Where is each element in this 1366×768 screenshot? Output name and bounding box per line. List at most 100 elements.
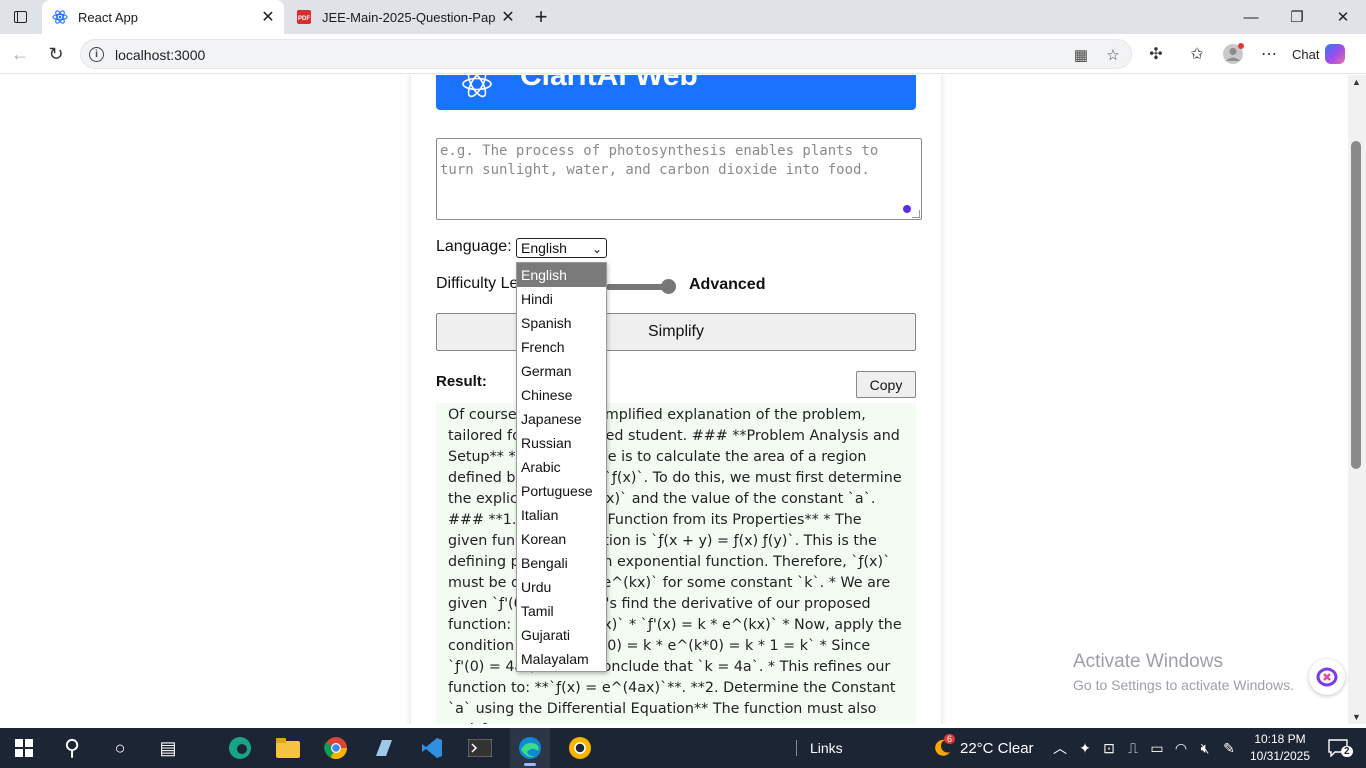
copy-button[interactable]: Copy xyxy=(856,371,916,398)
simplify-button[interactable]: Simplify xyxy=(436,313,916,351)
language-option-arabic[interactable]: Arabic xyxy=(517,455,606,479)
language-option-bengali[interactable]: Bengali xyxy=(517,551,606,575)
language-option-japanese[interactable]: Japanese xyxy=(517,407,606,431)
input-textarea[interactable]: e.g. The process of photosynthesis enabl… xyxy=(436,138,922,220)
tab-title: JEE-Main-2025-Question-Paper-w xyxy=(322,9,496,25)
app-header: ClaritAI Web xyxy=(436,75,916,110)
profile-avatar[interactable] xyxy=(1222,43,1244,65)
network-tray-icon[interactable]: ⎍ xyxy=(1122,728,1144,768)
tab-jee-paper[interactable]: PDF JEE-Main-2025-Question-Paper-w ✕ xyxy=(286,0,524,34)
favorite-star-icon[interactable]: ☆ xyxy=(1103,45,1123,65)
chevron-down-icon: ⌄ xyxy=(591,242,602,256)
watermark-title: Activate Windows xyxy=(1073,651,1223,672)
wifi-icon[interactable]: ◠ xyxy=(1170,728,1192,768)
search-icon[interactable]: ⚲ xyxy=(52,728,92,768)
weather-icon[interactable]: 6 xyxy=(924,728,960,768)
terminal-icon[interactable] xyxy=(460,728,500,768)
language-select[interactable]: English ⌄ xyxy=(516,238,607,258)
copilot-chat-button[interactable]: Chat xyxy=(1292,41,1346,67)
maximize-icon[interactable]: ❐ xyxy=(1274,0,1320,34)
activate-windows-watermark: Activate Windows Go to Settings to activ… xyxy=(1073,651,1294,693)
chat-label: Chat xyxy=(1292,46,1320,62)
react-icon xyxy=(52,9,68,25)
reload-icon[interactable]: ↻ xyxy=(42,41,70,67)
edge-browser-icon[interactable] xyxy=(510,728,550,768)
language-option-tamil[interactable]: Tamil xyxy=(517,599,606,623)
battery-icon[interactable]: ▭ xyxy=(1146,728,1168,768)
language-option-urdu[interactable]: Urdu xyxy=(517,575,606,599)
task-view-icon[interactable]: ▤ xyxy=(148,728,188,768)
pen-icon[interactable]: ✎ xyxy=(1218,728,1240,768)
notifications-icon[interactable]: 2 xyxy=(1322,728,1354,768)
language-option-english[interactable]: English xyxy=(517,263,606,287)
language-option-malayalam[interactable]: Malayalam xyxy=(517,647,606,671)
yellow-app-icon[interactable] xyxy=(560,728,600,768)
edge-dev-icon[interactable] xyxy=(220,728,260,768)
vscode-icon[interactable] xyxy=(412,728,452,768)
tab-react-app[interactable]: React App ✕ xyxy=(42,0,284,34)
close-tab-icon[interactable]: ✕ xyxy=(256,5,280,29)
app-tile-icon[interactable] xyxy=(364,728,404,768)
close-window-icon[interactable]: ✕ xyxy=(1320,0,1366,34)
favorites-icon[interactable]: ✩ xyxy=(1186,43,1208,65)
language-option-russian[interactable]: Russian xyxy=(517,431,606,455)
language-option-gujarati[interactable]: Gujarati xyxy=(517,623,606,647)
language-option-hindi[interactable]: Hindi xyxy=(517,287,606,311)
back-icon[interactable]: ← xyxy=(6,41,34,67)
language-option-french[interactable]: French xyxy=(517,335,606,359)
minimize-icon[interactable]: — xyxy=(1228,0,1274,34)
camera-icon[interactable]: ⊡ xyxy=(1098,728,1120,768)
page-viewport: ClaritAI Web e.g. The process of photosy… xyxy=(0,75,1348,724)
system-clock[interactable]: 10:18 PM 10/31/2025 xyxy=(1240,731,1320,765)
copilot-icon xyxy=(1325,44,1346,64)
taskbar-separator xyxy=(796,740,797,756)
new-tab-button[interactable]: + xyxy=(528,4,554,30)
links-toolbar[interactable]: Links xyxy=(810,728,843,768)
more-menu-icon[interactable]: ⋯ xyxy=(1258,43,1280,65)
svg-text:PDF: PDF xyxy=(298,16,310,22)
chrome-icon[interactable] xyxy=(316,728,356,768)
weather-text[interactable]: 22°C Clear xyxy=(960,728,1034,768)
copilot-tray-icon[interactable]: ✦ xyxy=(1074,728,1096,768)
language-option-german[interactable]: German xyxy=(517,359,606,383)
language-option-italian[interactable]: Italian xyxy=(517,503,606,527)
weather-badge: 6 xyxy=(944,734,956,744)
difficulty-slider-track[interactable] xyxy=(606,284,668,290)
windows-taskbar: ⚲ ○ ▤ Links 6 22°C Clear ︿ ✦ ⊡ ⎍ ▭ ◠ 🔇︎ … xyxy=(0,728,1366,768)
file-explorer-icon[interactable] xyxy=(268,728,308,768)
chevron-up-icon[interactable]: ︿ xyxy=(1048,728,1072,768)
scroll-down-icon[interactable]: ▼ xyxy=(1352,712,1361,722)
copilot-float-icon[interactable] xyxy=(1309,659,1345,695)
language-option-korean[interactable]: Korean xyxy=(517,527,606,551)
difficulty-value: Advanced xyxy=(689,276,766,293)
difficulty-slider-thumb[interactable] xyxy=(661,279,676,294)
browser-tab-strip: React App ✕ PDF JEE-Main-2025-Question-P… xyxy=(0,0,1366,34)
app-available-icon[interactable]: ▦ xyxy=(1071,45,1091,65)
volume-muted-icon[interactable]: 🔇︎ xyxy=(1194,728,1216,768)
close-tab-icon[interactable]: ✕ xyxy=(496,5,520,29)
page-scrollbar[interactable]: ▲ ▼ xyxy=(1348,75,1366,724)
tab-actions-icon[interactable] xyxy=(8,6,32,28)
cortana-icon[interactable]: ○ xyxy=(100,728,140,768)
extensions-icon[interactable]: ✣ xyxy=(1145,43,1167,65)
language-option-portuguese[interactable]: Portuguese xyxy=(517,479,606,503)
language-label: Language: xyxy=(436,238,512,255)
language-dropdown-list[interactable]: English Hindi Spanish French German Chinese Ja… xyxy=(516,262,607,672)
address-bar[interactable]: i localhost:3000 ▦ ☆ xyxy=(80,39,1132,69)
atom-logo-icon xyxy=(460,75,494,107)
notification-count: 2 xyxy=(1341,746,1353,757)
language-option-spanish[interactable]: Spanish xyxy=(517,311,606,335)
app-card: ClaritAI Web e.g. The process of photosy… xyxy=(411,75,941,724)
browser-toolbar: ← ↻ i localhost:3000 ▦ ☆ ✣ ✩ ⋯ Chat xyxy=(0,34,1366,74)
grammar-assist-icon[interactable] xyxy=(903,205,911,213)
resize-handle-icon[interactable] xyxy=(912,210,920,218)
language-selected-value: English xyxy=(521,240,567,256)
windows-start-icon[interactable] xyxy=(4,728,44,768)
site-info-icon[interactable]: i xyxy=(89,47,104,62)
clock-date: 10/31/2025 xyxy=(1249,749,1311,763)
scroll-up-icon[interactable]: ▲ xyxy=(1352,77,1361,87)
scrollbar-thumb[interactable] xyxy=(1351,141,1361,469)
address-url: localhost:3000 xyxy=(115,47,206,63)
watermark-subtitle: Go to Settings to activate Windows. xyxy=(1073,677,1294,693)
language-option-chinese[interactable]: Chinese xyxy=(517,383,606,407)
